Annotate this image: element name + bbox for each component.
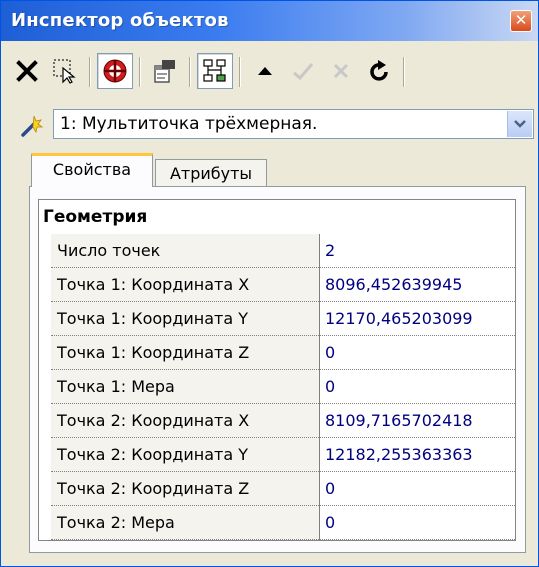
apply-icon (293, 63, 314, 81)
tab-properties[interactable]: Свойства (31, 153, 153, 187)
close-button[interactable]: ✕ (510, 10, 532, 32)
property-value[interactable]: 12170,465203099 (320, 302, 515, 336)
property-row[interactable]: Точка 1: Координата X 8096,452639945 (39, 268, 515, 302)
property-value[interactable]: 0 (320, 370, 515, 404)
refresh-icon (370, 60, 388, 81)
toolbar-separator (139, 57, 141, 87)
window-title: Инспектор объектов (11, 10, 229, 31)
object-select-value: 1: Мультиточка трёхмерная. (60, 114, 318, 134)
property-row[interactable]: Число точек 2 (39, 234, 515, 268)
property-row[interactable]: Точка 1: Мера 0 (39, 370, 515, 404)
property-value[interactable]: 0 (320, 472, 515, 506)
tree-icon (203, 59, 226, 82)
property-row[interactable]: Точка 2: Мера 0 (39, 506, 515, 540)
property-name: Точка 2: Координата Y (51, 438, 319, 472)
property-value[interactable]: 2 (320, 234, 515, 268)
refresh-button[interactable] (361, 53, 397, 89)
apply-button[interactable] (285, 53, 321, 89)
property-name: Точка 1: Координата X (51, 268, 319, 302)
properties-panel: Геометрия Число точек 2 Точка 1: Координат… (29, 186, 526, 553)
toolbar-separator (89, 57, 91, 87)
property-value[interactable]: 12182,255363363 (320, 438, 515, 472)
delete-icon (16, 60, 38, 82)
select-icon (53, 59, 76, 84)
property-value[interactable]: 8109,7165702418 (320, 404, 515, 438)
property-row[interactable]: Точка 2: Координата X 8109,7165702418 (39, 404, 515, 438)
cancel-button[interactable] (323, 53, 359, 89)
property-name: Точка 1: Координата Z (51, 336, 319, 370)
wand-icon (21, 115, 44, 137)
target-icon (103, 59, 127, 83)
property-row[interactable]: Точка 1: Координата Y 12170,465203099 (39, 302, 515, 336)
delete-button[interactable] (9, 53, 45, 89)
cancel-icon (333, 63, 349, 79)
property-name: Точка 2: Координата Z (51, 472, 319, 506)
property-name: Точка 1: Координата Y (51, 302, 319, 336)
toolbar-separator (403, 57, 405, 87)
property-name: Число точек (51, 234, 319, 268)
toolbar-separator (239, 57, 241, 87)
tab-attributes[interactable]: Атрибуты (155, 159, 267, 189)
move-up-button[interactable] (247, 53, 283, 89)
property-row[interactable]: Точка 1: Координата Z0 (39, 336, 515, 370)
property-value[interactable]: 8096,452639945 (320, 268, 515, 302)
arrow-up-icon (258, 67, 272, 75)
dropdown-arrow[interactable] (507, 111, 532, 137)
property-name: Точка 2: Мера (51, 506, 319, 540)
group-header[interactable]: Геометрия (39, 200, 515, 234)
object-select[interactable]: 1: Мультиточка трёхмерная. (53, 109, 534, 139)
property-name: Точка 2: Координата X (51, 404, 319, 438)
target-button[interactable] (97, 53, 133, 89)
property-value[interactable]: 0 (320, 336, 515, 370)
title-bar[interactable]: Инспектор объектов ✕ (1, 1, 538, 41)
object-selector[interactable]: 1: Мультиточка трёхмерная. (13, 107, 534, 143)
toolbar (9, 47, 534, 99)
chevron-down-icon (514, 120, 526, 128)
property-name: Точка 1: Мера (51, 370, 319, 404)
properties-icon (154, 60, 175, 83)
property-value[interactable]: 0 (320, 506, 515, 540)
select-button[interactable] (47, 53, 83, 89)
properties-button[interactable] (147, 53, 183, 89)
toolbar-separator (189, 57, 191, 87)
tree-button[interactable] (197, 53, 233, 89)
property-row[interactable]: Точка 2: Координата Y 12182,255363363 (39, 438, 515, 472)
property-row[interactable]: Точка 2: Координата Z0 (39, 472, 515, 506)
object-inspector-window: Инспектор объектов ✕ 1: Мультиточка трёх… (0, 0, 539, 567)
property-grid: Геометрия Число точек 2 Точка 1: Координат… (38, 199, 516, 541)
